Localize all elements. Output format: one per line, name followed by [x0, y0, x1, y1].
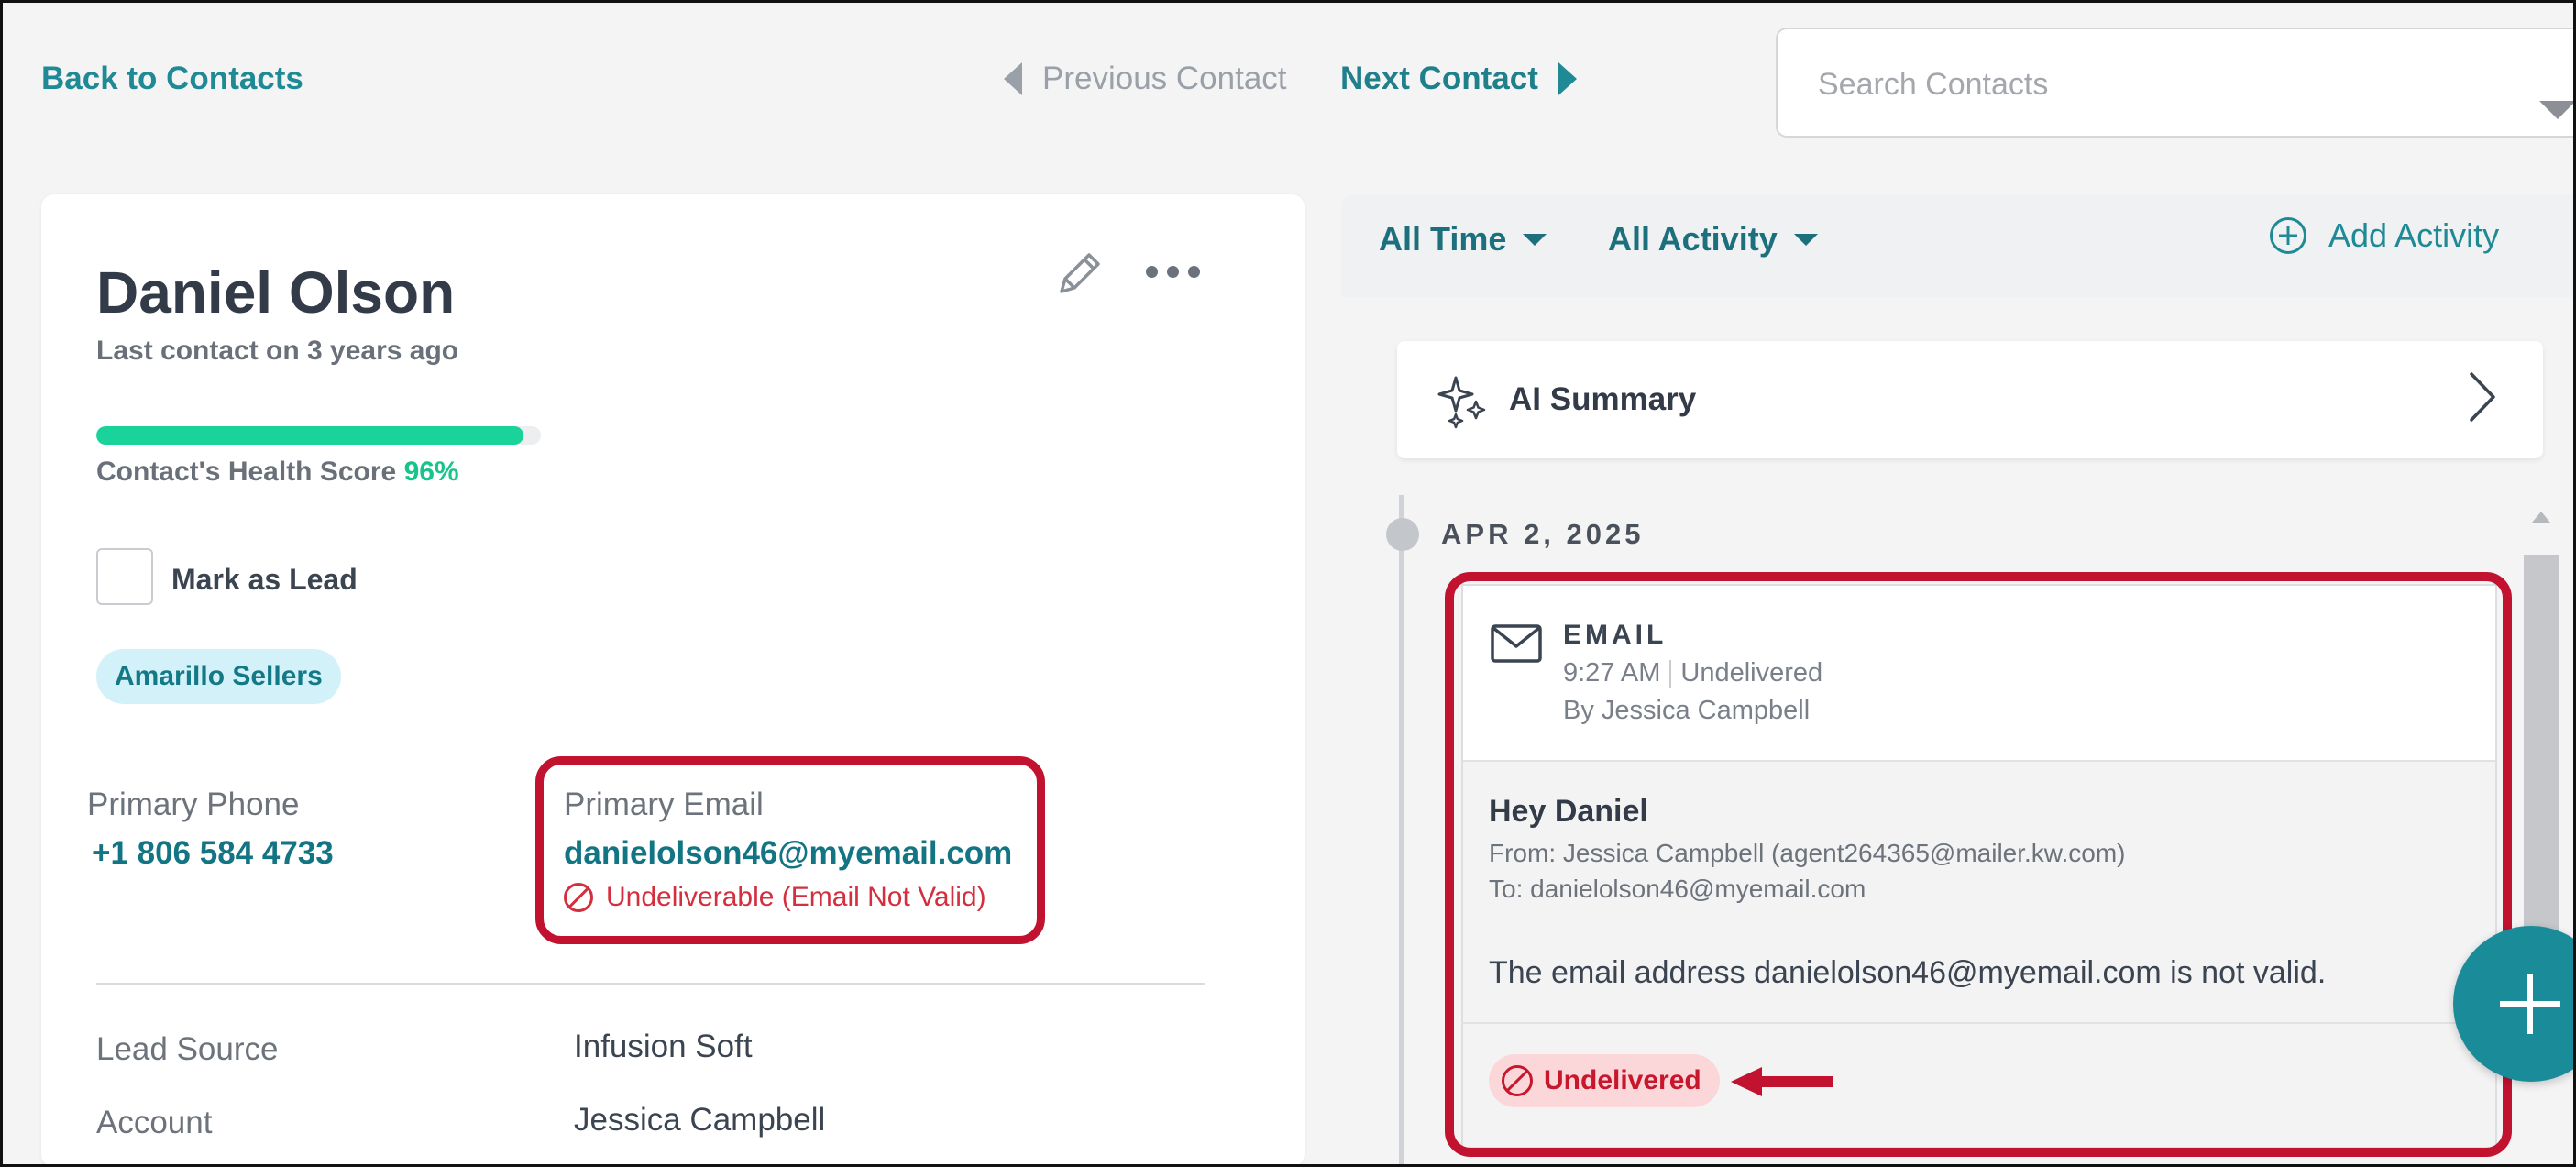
- chevron-right-icon[interactable]: [2466, 370, 2499, 424]
- primary-email-label: Primary Email: [564, 787, 764, 822]
- email-author: By Jessica Campbell: [1563, 696, 1811, 725]
- undelivered-badge: Undelivered: [1489, 1054, 1720, 1107]
- email-meta: 9:27 AM Undelivered: [1563, 658, 1822, 688]
- add-activity-label: Add Activity: [2328, 216, 2500, 254]
- time-filter-dropdown[interactable]: All Time: [1379, 220, 1547, 259]
- scroll-up-icon[interactable]: [2532, 512, 2550, 523]
- ban-icon: [1502, 1065, 1533, 1096]
- account-label: Account: [96, 1105, 213, 1140]
- account-value: Jessica Campbell: [574, 1102, 826, 1138]
- next-contact-button[interactable]: Next Contact: [1340, 61, 1577, 97]
- email-message: The email address danielolson46@myemail.…: [1489, 955, 2327, 990]
- activity-filter-dropdown[interactable]: All Activity: [1608, 220, 1818, 259]
- sparkle-icon: [1437, 376, 1486, 429]
- primary-email-value[interactable]: danielolson46@myemail.com: [564, 835, 1012, 872]
- timeline-dot: [1386, 518, 1419, 551]
- previous-contact-button[interactable]: Previous Contact: [1004, 61, 1287, 97]
- ai-summary-label: AI Summary: [1509, 381, 1697, 417]
- activity-filter-label: All Activity: [1608, 220, 1778, 258]
- email-status: Undeliverable (Email Not Valid): [564, 882, 986, 913]
- last-contact-text: Last contact on 3 years ago: [96, 336, 459, 366]
- search-contacts-input[interactable]: [1818, 64, 2460, 105]
- email-type: EMAIL: [1563, 620, 1668, 650]
- plus-circle-icon: [2270, 217, 2306, 254]
- arrow-left-icon: [1731, 1067, 1833, 1096]
- add-activity-button[interactable]: Add Activity: [2270, 216, 2499, 255]
- email-delivery-status: Undelivered: [1680, 658, 1823, 688]
- email-to: To: danielolson46@myemail.com: [1489, 875, 1866, 903]
- section-divider: [96, 983, 1205, 985]
- mark-as-lead-label[interactable]: Mark as Lead: [171, 563, 358, 597]
- health-score-value: 96%: [403, 457, 459, 487]
- chevron-right-icon: [1558, 62, 1577, 95]
- dropdown-caret-icon[interactable]: [2539, 101, 2576, 119]
- health-score-bar: [96, 426, 541, 445]
- health-score-text: Contact's Health Score: [96, 457, 397, 487]
- contact-name: Daniel Olson: [96, 259, 456, 325]
- email-divider: [1461, 1022, 2497, 1024]
- previous-contact-label: Previous Contact: [1042, 61, 1287, 96]
- email-status-text: Undeliverable (Email Not Valid): [606, 882, 986, 912]
- caret-down-icon: [1793, 233, 1818, 246]
- pencil-icon[interactable]: [1054, 248, 1106, 299]
- caret-down-icon: [1523, 233, 1547, 246]
- timeline-line: [1399, 495, 1404, 1167]
- mark-as-lead-checkbox[interactable]: [96, 548, 153, 605]
- email-subject: Hey Daniel: [1489, 794, 1648, 829]
- primary-phone-label: Primary Phone: [87, 787, 300, 822]
- more-options-icon[interactable]: [1146, 266, 1200, 278]
- primary-phone-value[interactable]: +1 806 584 4733: [92, 835, 334, 872]
- contact-tag[interactable]: Amarillo Sellers: [96, 649, 341, 704]
- chevron-left-icon: [1004, 62, 1022, 95]
- next-contact-label: Next Contact: [1340, 61, 1538, 96]
- time-filter-label: All Time: [1379, 220, 1507, 258]
- health-score-fill: [96, 426, 523, 445]
- health-score-label: Contact's Health Score 96%: [96, 457, 459, 488]
- lead-source-value: Infusion Soft: [574, 1029, 753, 1064]
- search-contacts-box[interactable]: [1776, 28, 2576, 138]
- activity-date: APR 2, 2025: [1441, 518, 1645, 550]
- back-to-contacts-link[interactable]: Back to Contacts: [41, 61, 303, 97]
- ban-icon: [564, 883, 593, 912]
- email-time: 9:27 AM: [1563, 658, 1661, 688]
- undelivered-badge-label: Undelivered: [1544, 1065, 1701, 1095]
- email-from: From: Jessica Campbell (agent264365@mail…: [1489, 839, 2126, 867]
- lead-source-label: Lead Source: [96, 1031, 279, 1067]
- envelope-icon: [1491, 624, 1542, 663]
